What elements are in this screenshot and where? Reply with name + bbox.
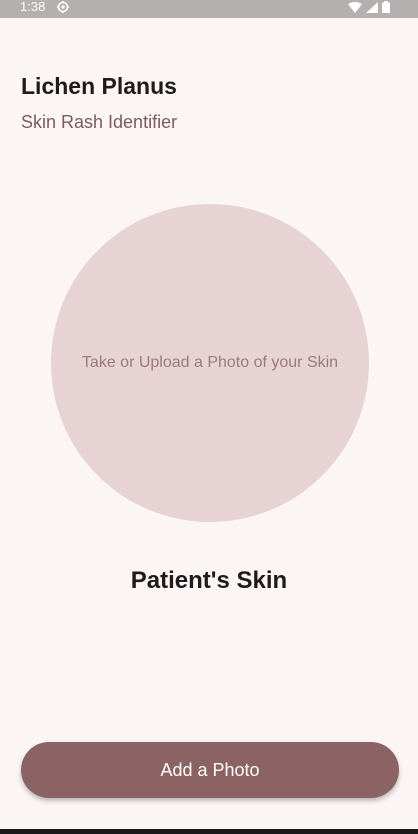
app-subtitle: Skin Rash Identifier bbox=[21, 112, 178, 132]
status-icons bbox=[348, 0, 390, 13]
wifi-icon bbox=[348, 0, 362, 18]
photo-upload-prompt: Take or Upload a Photo of your Skin bbox=[81, 354, 339, 371]
cellular-signal-icon bbox=[366, 0, 378, 18]
app-title: Lichen Planus bbox=[21, 73, 177, 99]
patient-skin-heading: Patient's Skin bbox=[130, 567, 288, 594]
add-photo-button[interactable]: Add a Photo bbox=[21, 742, 399, 798]
status-time: 1:38 bbox=[20, 0, 46, 14]
settings-gear-icon bbox=[57, 0, 69, 13]
status-bar: 1:38 bbox=[0, 0, 418, 18]
photo-upload-area[interactable]: Take or Upload a Photo of your Skin bbox=[51, 204, 369, 522]
battery-icon bbox=[382, 0, 390, 18]
system-navigation-bar bbox=[0, 829, 418, 834]
